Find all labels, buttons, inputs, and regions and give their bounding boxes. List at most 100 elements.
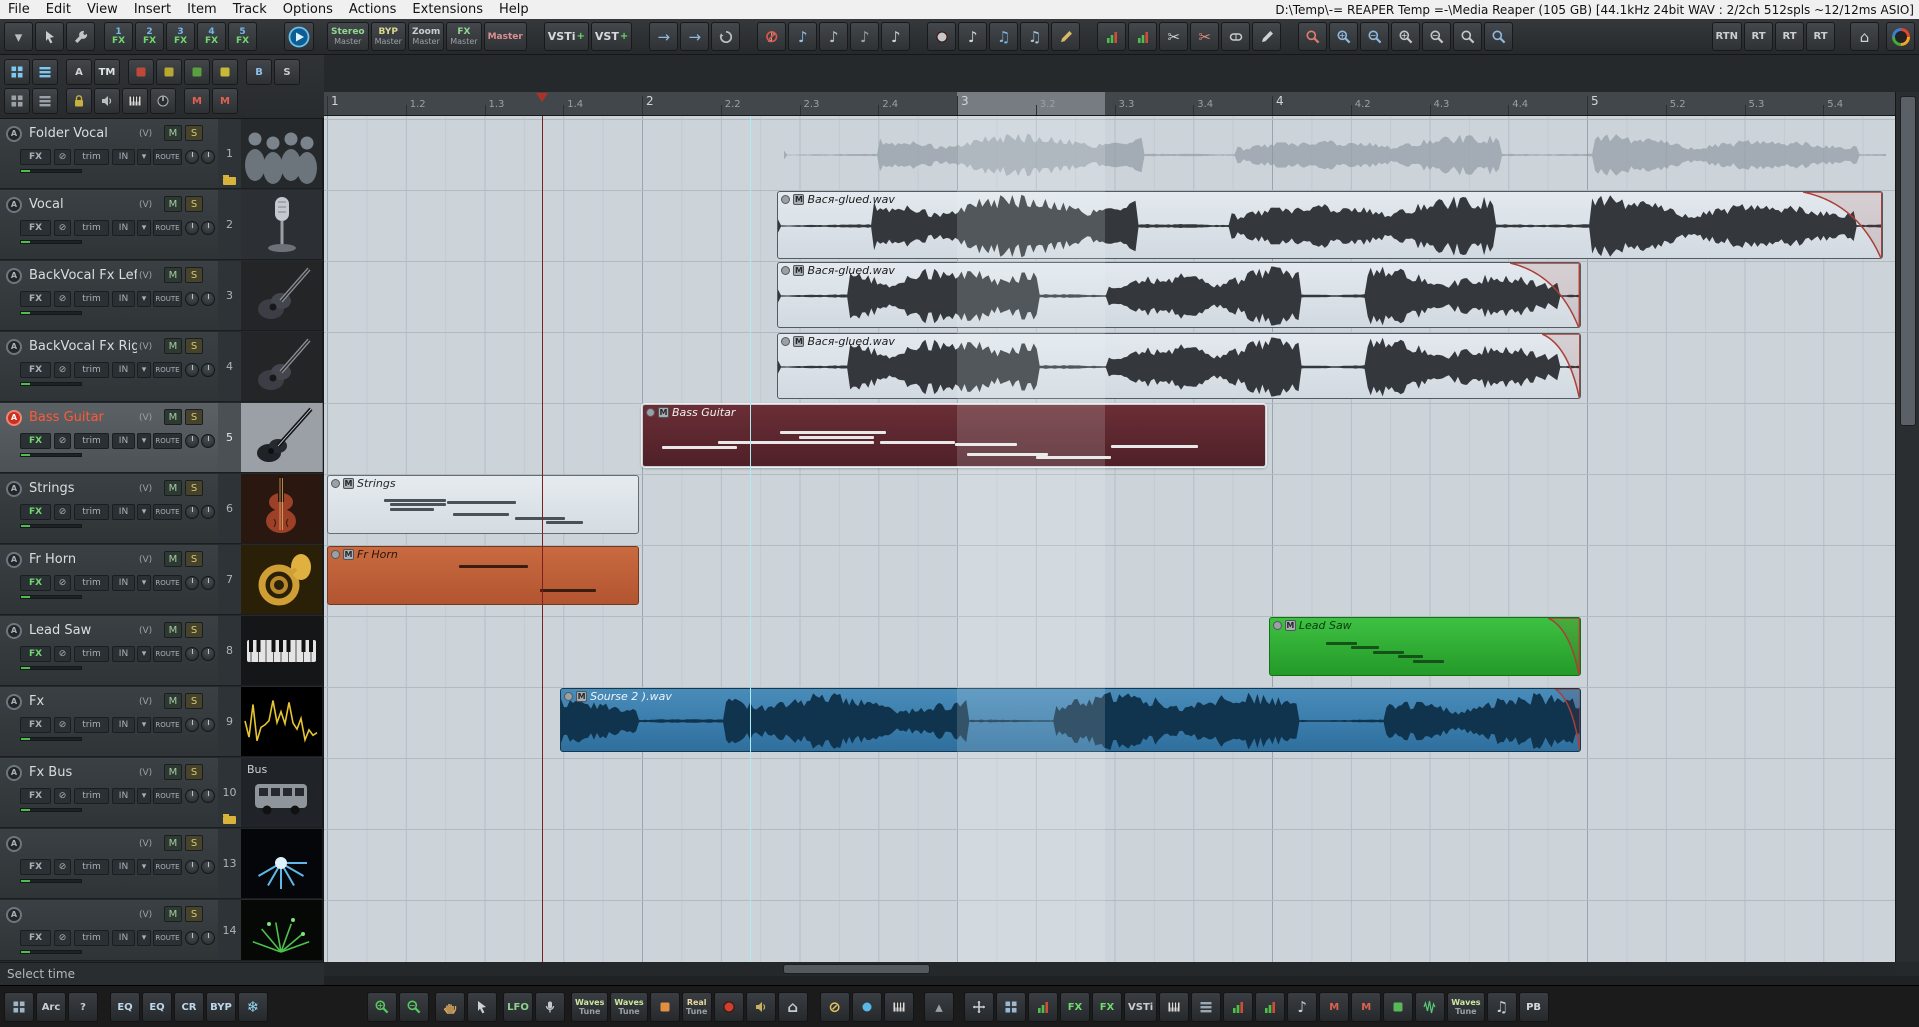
menu-extensions[interactable]: Extensions [404,0,491,19]
input-button[interactable]: IN [112,149,135,165]
fx-bypass-button[interactable]: ⊘ [54,504,71,520]
track-number[interactable]: 9 [218,687,241,757]
input-menu-button[interactable]: ▾ [137,291,151,307]
item-group-icon[interactable] [564,691,574,701]
envelope-volume-button[interactable] [156,59,182,85]
volume-knob[interactable]: (V) [139,768,152,778]
track-icon-spark[interactable] [241,900,324,961]
quantize-a-button[interactable]: ♫ [989,22,1019,51]
width-knob[interactable] [201,860,215,874]
timeline-ruler[interactable]: 1 1.2 1.3 1.4 2 2.2 2.3 2.4 3 3.2 3.3 3.4 4 4.2 4.3 4.4… [324,92,1895,116]
pan-knob[interactable] [185,221,199,235]
waves-tune-a-button[interactable]: Waves Tune [571,992,609,1022]
trim-envelope-button[interactable]: trim [74,220,109,236]
solo-button[interactable]: S [185,835,203,851]
media-item-strings[interactable]: M Strings [327,475,639,534]
rt-3-button[interactable]: RT [1806,22,1835,51]
track-name[interactable]: Fx [29,694,44,709]
fx-bypass-button[interactable]: ⊘ [54,362,71,378]
fx-preset-2-button[interactable]: 2 FX [135,22,164,51]
stereo-master-button[interactable]: Stereo Master [327,22,369,51]
item-group-icon[interactable] [331,478,340,488]
input-button[interactable]: IN [112,291,135,307]
trim-envelope-button[interactable]: trim [74,646,109,662]
fx-bypass-button[interactable]: ⊘ [819,992,850,1022]
fade-out-handle[interactable] [1541,334,1580,398]
glue-items-button[interactable] [1221,22,1251,51]
track-number[interactable]: 7 [218,545,241,615]
zoom-selection-button[interactable]: + [1391,22,1421,51]
track-panel-track-14[interactable]: A (V) M S FX ⊘ trim IN ▾ ROUTE [0,900,218,961]
fx-preset-1-button[interactable]: 1 FX [104,22,133,51]
input-menu-button[interactable]: ▾ [137,788,151,804]
zoom-in-time-button[interactable]: + [367,992,397,1022]
record-arm-button[interactable]: A [6,339,22,355]
solo-button[interactable]: S [185,693,203,709]
pan-knob[interactable] [185,505,199,519]
play-button[interactable] [284,22,314,51]
track-name[interactable]: Strings [29,481,75,496]
item-mute-button[interactable]: M [793,193,805,205]
track-name[interactable]: Bass Guitar [29,410,104,425]
fade-out-handle[interactable] [1803,192,1883,258]
mouse-modifier-button[interactable] [35,22,64,51]
layout-a-button[interactable] [4,59,30,85]
width-knob[interactable] [201,292,215,306]
fx-button[interactable]: FX [20,646,51,662]
envelope-mute-button[interactable] [128,59,154,85]
auto-arm-button[interactable]: A [66,59,92,85]
volume-knob[interactable]: (V) [139,484,152,494]
item-group-icon[interactable] [781,336,791,346]
media-item-вася-glued-wav[interactable]: M Вася-glued.wav [777,333,1581,399]
volume-knob[interactable]: (V) [139,200,152,210]
width-knob[interactable] [201,647,215,661]
volume-knob[interactable]: (V) [139,839,152,849]
trim-envelope-button[interactable]: trim [74,291,109,307]
record-mode-button[interactable] [927,22,957,51]
envelope-wave-button[interactable] [1415,992,1446,1022]
track-name[interactable]: Fx Bus [29,765,72,780]
envelope-pan-button[interactable] [184,59,210,85]
mute-button[interactable]: M [164,480,182,496]
mute-master-b-button[interactable]: M [212,88,238,114]
track-number[interactable]: 8 [218,616,241,686]
record-fx-button[interactable] [713,992,744,1022]
input-button[interactable]: IN [112,717,135,733]
track-manager-button[interactable]: TM [94,59,120,85]
input-menu-button[interactable]: ▾ [137,433,151,449]
menu-edit[interactable]: Edit [38,0,79,19]
width-knob[interactable] [201,576,215,590]
fx-bypass-button[interactable]: ⊘ [54,930,71,946]
fx-preset-3-button[interactable]: 3 FX [166,22,195,51]
fx-bypass-button[interactable]: ⊘ [54,291,71,307]
zoom-fit-button[interactable] [1484,22,1514,51]
volume-knob[interactable]: (V) [139,129,152,139]
mute-fx-a-button[interactable]: M [1319,992,1350,1022]
mute-button[interactable]: M [164,906,182,922]
master-solo-button[interactable]: Master [483,22,527,51]
monitor-fx-button[interactable] [745,992,776,1022]
item-color-button[interactable] [1383,992,1414,1022]
scroll-hand-button[interactable] [435,992,465,1022]
item-mute-button[interactable]: M [343,477,354,489]
meter-play-button[interactable] [1128,22,1158,51]
lock-button[interactable] [66,88,92,114]
fx-bypass-button[interactable]: ⊘ [54,646,71,662]
bypass-master-button[interactable]: BYP Master [370,22,406,51]
show-env-button[interactable]: S [274,59,300,85]
fx-master-button[interactable]: FX Master [446,22,482,51]
add-vsti-button[interactable]: VSTi + [543,22,589,51]
zoom-master-button[interactable]: Zoom Master [407,22,445,51]
input-button[interactable]: IN [112,859,135,875]
track-panel-track-13[interactable]: A (V) M S FX ⊘ trim IN ▾ ROUTE [0,829,218,899]
width-knob[interactable] [201,363,215,377]
track-icon-bass[interactable] [241,403,324,473]
preview-off-button[interactable]: ♪ ⊘ [757,22,787,51]
mute-button[interactable]: M [164,551,182,567]
fx-button[interactable]: FX [20,291,51,307]
fx-button[interactable]: FX [20,859,51,875]
bypass-all-button[interactable]: BYP [206,992,236,1022]
volume-knob[interactable]: (V) [139,910,152,920]
trim-envelope-button[interactable]: trim [74,717,109,733]
record-arm-button[interactable]: A [6,623,22,639]
